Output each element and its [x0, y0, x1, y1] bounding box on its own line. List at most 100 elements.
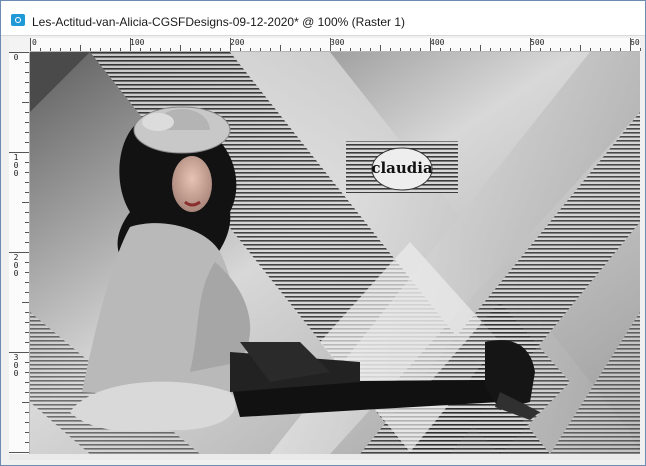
ruler-tick — [25, 242, 29, 243]
ruler-tick — [400, 48, 401, 51]
ruler-tick — [610, 48, 611, 51]
ruler-tick — [25, 132, 29, 133]
ruler-tick — [9, 52, 29, 53]
ruler-tick — [25, 282, 29, 283]
ruler-tick — [25, 82, 29, 83]
horizontal-ruler: 0 100 200 300 400 500 60 — [30, 38, 641, 52]
ruler-tick — [70, 48, 71, 51]
ruler-tick — [9, 152, 29, 153]
ruler-tick — [25, 392, 29, 393]
ruler-tick — [140, 48, 141, 51]
ruler-tick — [25, 312, 29, 313]
ruler-tick — [22, 102, 29, 103]
ruler-corner — [9, 38, 31, 53]
artwork: claudia — [30, 52, 640, 454]
ruler-label: 3 0 0 — [13, 353, 19, 378]
canvas-bottom-edge — [9, 454, 640, 460]
ruler-tick — [80, 45, 81, 51]
ruler-tick — [25, 382, 29, 383]
ruler-tick — [22, 302, 29, 303]
ruler-tick — [25, 112, 29, 113]
ruler-tick — [25, 362, 29, 363]
ruler-tick — [310, 48, 311, 51]
ruler-tick — [25, 422, 29, 423]
ruler-tick — [25, 322, 29, 323]
ruler-tick — [510, 48, 511, 51]
ruler-tick — [9, 252, 29, 253]
ruler-tick — [110, 48, 111, 51]
ruler-tick — [320, 48, 321, 51]
ruler-tick — [640, 48, 641, 51]
ruler-tick — [260, 48, 261, 51]
ruler-tick — [490, 48, 491, 51]
ruler-tick — [450, 48, 451, 51]
title-bar[interactable]: Les-Actitud-van-Alicia-CGSFDesigns-09-12… — [1, 1, 645, 36]
ruler-tick — [500, 48, 501, 51]
ruler-label: 500 — [530, 38, 545, 47]
ruler-tick — [300, 48, 301, 51]
ruler-tick — [290, 48, 291, 51]
ruler-tick — [370, 48, 371, 51]
claudia-watermark: claudia — [346, 141, 458, 193]
ruler-tick — [25, 142, 29, 143]
ruler-tick — [25, 212, 29, 213]
app-icon — [11, 14, 25, 26]
image-canvas[interactable]: claudia — [30, 52, 640, 454]
ruler-tick — [22, 402, 29, 403]
ruler-tick — [430, 38, 431, 51]
ruler-tick — [480, 45, 481, 51]
ruler-tick — [270, 48, 271, 51]
ruler-tick — [25, 192, 29, 193]
ruler-tick — [210, 48, 211, 51]
ruler-tick — [9, 352, 29, 353]
ruler-label: 2 0 0 — [13, 253, 19, 278]
ruler-tick — [60, 48, 61, 51]
ruler-tick — [200, 48, 201, 51]
ruler-tick — [550, 48, 551, 51]
ruler-tick — [25, 62, 29, 63]
vertical-ruler: 0 1 0 0 2 0 0 3 0 0 — [9, 52, 30, 454]
ruler-tick — [470, 48, 471, 51]
ruler-label: 60 — [630, 38, 640, 47]
ruler-tick — [120, 48, 121, 51]
ruler-tick — [560, 48, 561, 51]
ruler-tick — [220, 48, 221, 51]
ruler-tick — [590, 48, 591, 51]
ruler-label: 1 0 0 — [13, 153, 19, 178]
ruler-label: 0 — [32, 38, 37, 47]
ruler-tick — [150, 48, 151, 51]
ruler-tick — [520, 48, 521, 51]
ruler-tick — [25, 92, 29, 93]
ruler-tick — [460, 48, 461, 51]
ruler-tick — [540, 48, 541, 51]
window-title: Les-Actitud-van-Alicia-CGSFDesigns-09-12… — [32, 15, 405, 29]
ruler-tick — [240, 48, 241, 51]
ruler-tick — [350, 48, 351, 51]
ruler-tick — [250, 48, 251, 51]
ruler-tick — [25, 182, 29, 183]
ruler-tick — [340, 48, 341, 51]
ruler-tick — [600, 48, 601, 51]
ruler-tick — [25, 432, 29, 433]
ruler-tick — [25, 372, 29, 373]
ruler-tick — [25, 292, 29, 293]
ruler-tick — [30, 38, 31, 51]
ruler-tick — [420, 48, 421, 51]
ruler-tick — [130, 38, 131, 51]
ruler-tick — [160, 48, 161, 51]
ruler-tick — [580, 45, 581, 51]
ruler-tick — [620, 48, 621, 51]
ruler-label: 200 — [230, 38, 245, 47]
ruler-tick — [360, 48, 361, 51]
ruler-label: 400 — [430, 38, 445, 47]
ruler-tick — [440, 48, 441, 51]
ruler-tick — [170, 48, 171, 51]
ruler-tick — [9, 452, 29, 453]
ruler-tick — [25, 72, 29, 73]
ruler-tick — [530, 38, 531, 51]
ruler-label: 100 — [130, 38, 145, 47]
ruler-tick — [22, 202, 29, 203]
ruler-tick — [25, 412, 29, 413]
ruler-tick — [230, 38, 231, 51]
ruler-tick — [50, 48, 51, 51]
